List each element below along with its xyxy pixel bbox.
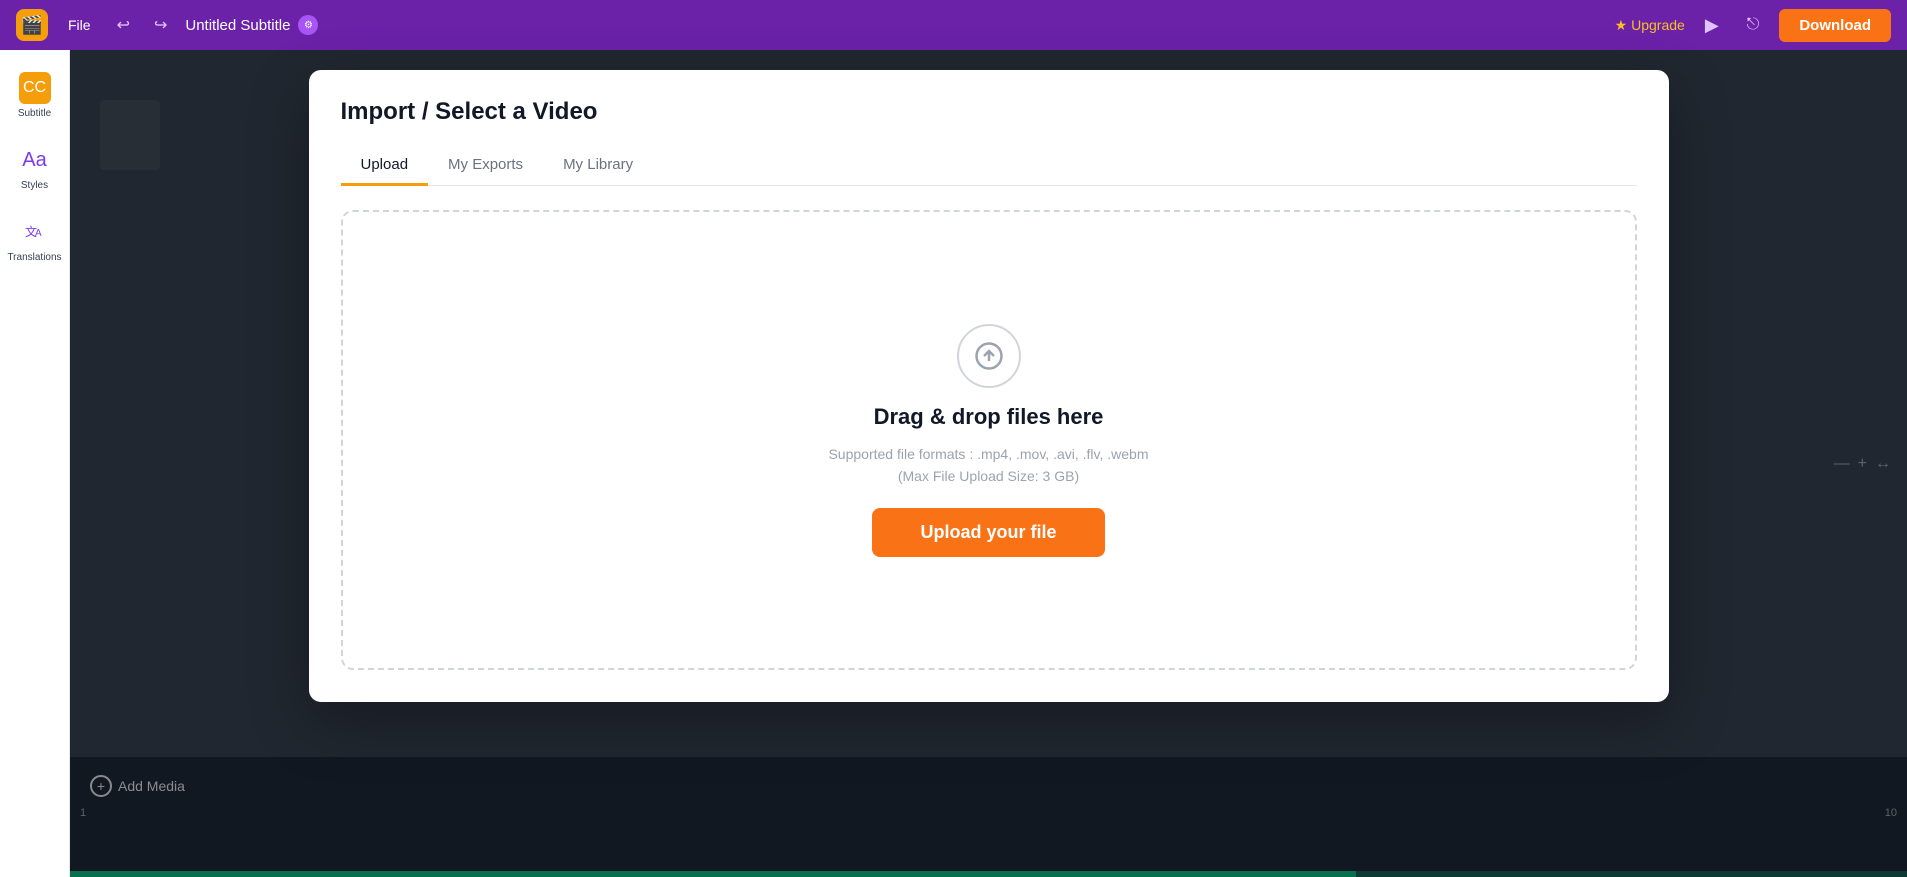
modal-backdrop: Import / Select a Video Upload My Export… bbox=[70, 50, 1907, 877]
sidebar-item-translations-label: Translations bbox=[7, 252, 61, 264]
sidebar-item-styles-label: Styles bbox=[21, 180, 48, 192]
app-body: CC Subtitle Aa Styles 文 A Translations bbox=[0, 50, 1907, 877]
document-title: Untitled Subtitle ⚙ bbox=[185, 15, 318, 35]
upgrade-button[interactable]: ★ Upgrade bbox=[1615, 17, 1685, 34]
modal-tabs: Upload My Exports My Library bbox=[341, 146, 1637, 186]
size-limit-text: (Max File Upload Size: 3 GB) bbox=[898, 468, 1079, 484]
translations-icon: 文 A bbox=[19, 216, 51, 248]
sidebar-item-translations[interactable]: 文 A Translations bbox=[0, 206, 69, 274]
sidebar-item-styles[interactable]: Aa Styles bbox=[0, 134, 69, 202]
app-logo: 🎬 bbox=[16, 9, 48, 41]
import-modal: Import / Select a Video Upload My Export… bbox=[309, 70, 1669, 702]
modal-title: Import / Select a Video bbox=[341, 98, 1637, 126]
file-menu-button[interactable]: File bbox=[60, 13, 99, 37]
tab-my-exports[interactable]: My Exports bbox=[428, 146, 543, 186]
modal-body: Drag & drop files here Supported file fo… bbox=[309, 186, 1669, 702]
share-button[interactable]: ⎋ bbox=[1739, 12, 1768, 38]
modal-header: Import / Select a Video Upload My Export… bbox=[309, 70, 1669, 186]
sidebar: CC Subtitle Aa Styles 文 A Translations bbox=[0, 50, 70, 877]
star-icon: ★ bbox=[1615, 17, 1628, 34]
styles-icon: Aa bbox=[19, 144, 51, 176]
sidebar-item-subtitle-label: Subtitle bbox=[18, 108, 51, 120]
title-settings-icon[interactable]: ⚙ bbox=[298, 15, 318, 35]
drag-drop-text: Drag & drop files here bbox=[874, 404, 1104, 430]
formats-text: Supported file formats : .mp4, .mov, .av… bbox=[828, 446, 1148, 462]
tab-my-library[interactable]: My Library bbox=[543, 146, 653, 186]
undo-button[interactable]: ↩ bbox=[111, 11, 136, 39]
sidebar-item-subtitle[interactable]: CC Subtitle bbox=[0, 62, 69, 130]
main-area: 1 10 + Add Media — + ↔ bbox=[70, 50, 1907, 877]
redo-button[interactable]: ↪ bbox=[148, 11, 173, 39]
svg-text:A: A bbox=[35, 228, 42, 239]
upload-file-button[interactable]: Upload your file bbox=[872, 508, 1104, 557]
tab-upload[interactable]: Upload bbox=[341, 146, 429, 186]
upload-icon bbox=[957, 324, 1021, 388]
topbar: 🎬 File ↩ ↪ Untitled Subtitle ⚙ ★ Upgrade… bbox=[0, 0, 1907, 50]
subtitle-icon: CC bbox=[19, 72, 51, 104]
upload-drop-zone[interactable]: Drag & drop files here Supported file fo… bbox=[341, 210, 1637, 670]
download-button[interactable]: Download bbox=[1779, 9, 1891, 42]
preview-button[interactable]: ▶ bbox=[1697, 11, 1727, 40]
